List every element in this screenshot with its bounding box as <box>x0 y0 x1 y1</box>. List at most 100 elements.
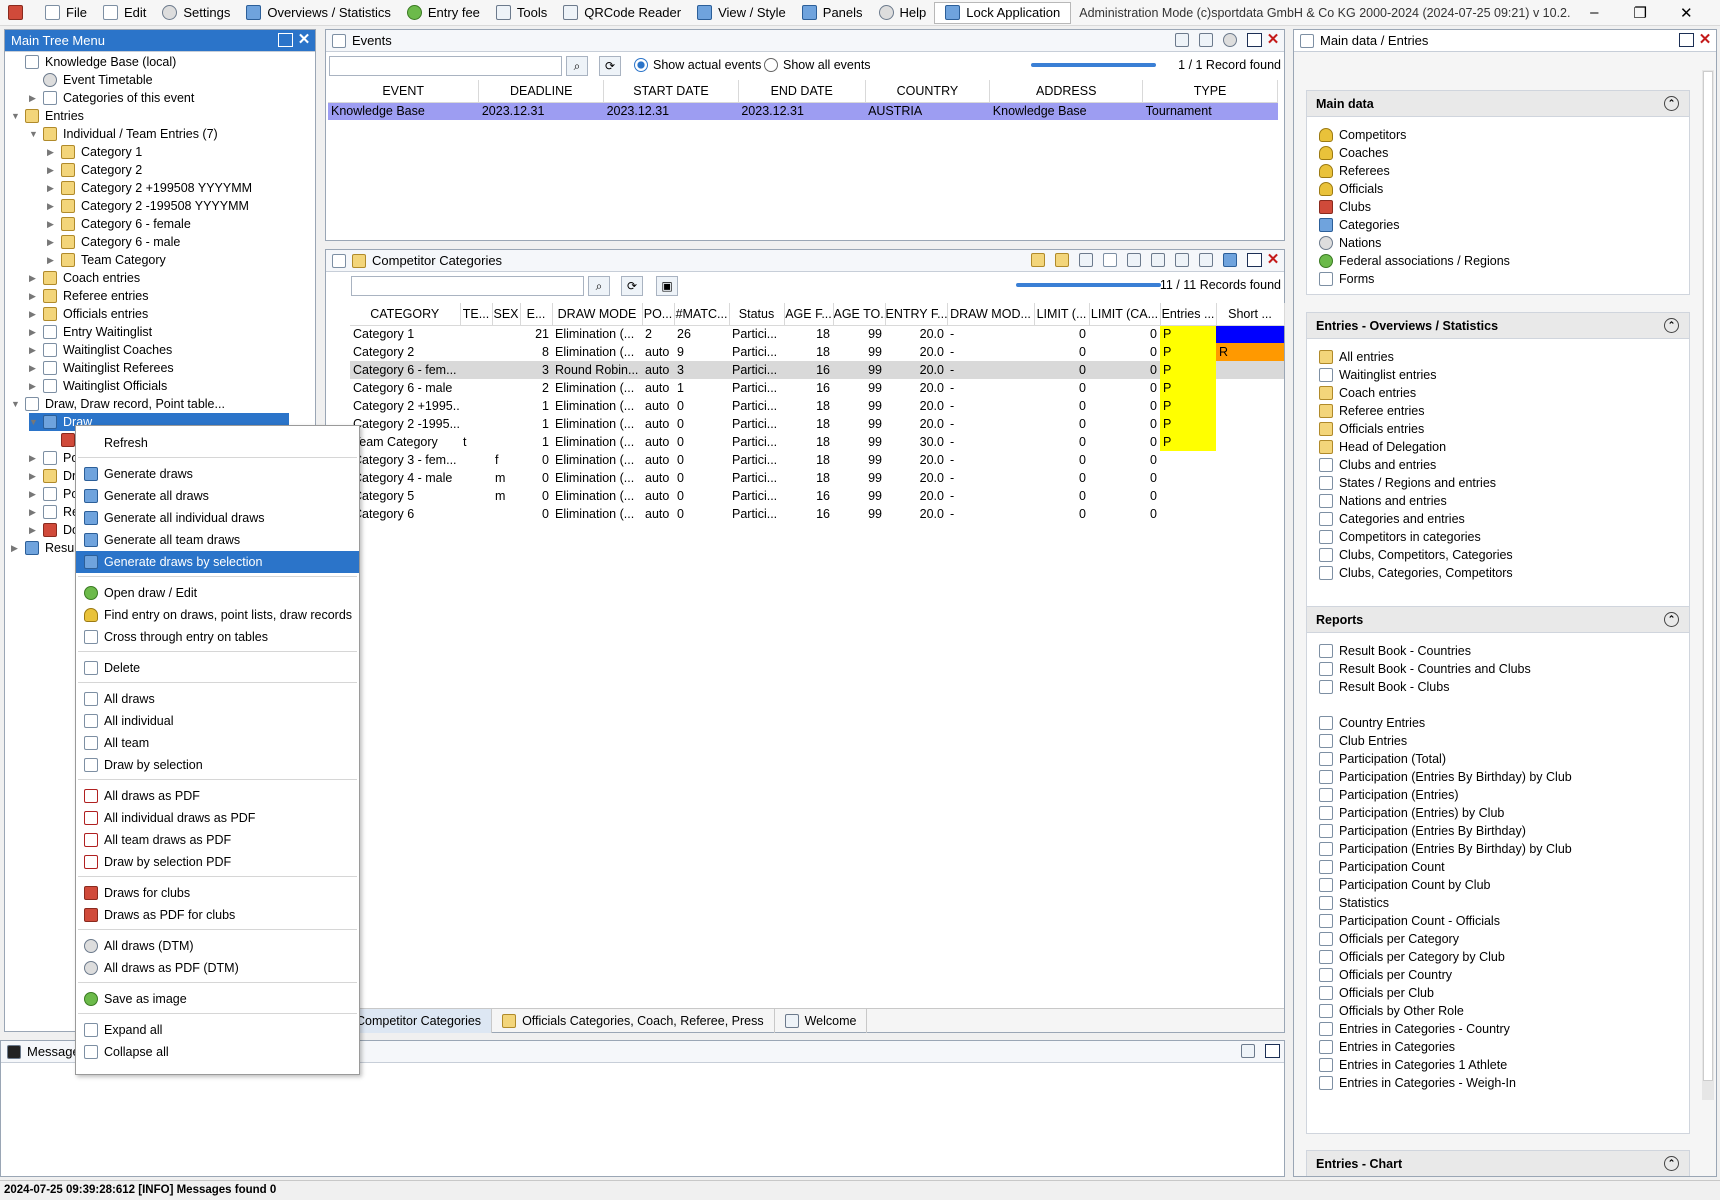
context-menu-item[interactable]: All draws as PDF <box>76 785 359 807</box>
context-menu-item[interactable]: All draws (DTM) <box>76 935 359 957</box>
expand-caret-icon[interactable]: ▶ <box>29 507 39 518</box>
expand-caret-icon[interactable]: ▶ <box>29 489 39 500</box>
context-menu-item[interactable]: Open draw / Edit <box>76 582 359 604</box>
section-link[interactable]: Entries in Categories <box>1319 1038 1455 1056</box>
context-menu-item[interactable]: All individual <box>76 710 359 732</box>
tree-item[interactable]: ▶ Coach entries <box>29 269 140 287</box>
menu-tools[interactable]: Tools <box>488 0 555 26</box>
trash-icon[interactable] <box>1241 1044 1255 1058</box>
categories-column-header[interactable]: #MATC... <box>674 303 730 326</box>
export-icon[interactable] <box>1175 33 1189 47</box>
tree-item[interactable]: Event Timetable <box>29 71 153 89</box>
context-menu-item[interactable]: Delete <box>76 657 359 679</box>
expand-caret-icon[interactable]: ▶ <box>29 327 39 338</box>
section-link[interactable]: Coach entries <box>1319 384 1416 402</box>
expand-caret-icon[interactable]: ▶ <box>29 93 39 104</box>
section-link[interactable]: Clubs, Competitors, Categories <box>1319 546 1513 564</box>
menu-panels[interactable]: Panels <box>794 0 871 26</box>
categories-row[interactable]: Category 1 21 Elimination (... 2 26 Partici..… <box>350 325 1284 343</box>
tab-welcome[interactable]: Welcome <box>775 1008 868 1033</box>
tree-item[interactable]: ▶ Category 1 <box>47 143 142 161</box>
section-link[interactable]: Entries in Categories - Country <box>1319 1020 1510 1038</box>
collapse-chevron-icon[interactable]: ⌃ <box>1664 1156 1679 1171</box>
context-menu-item[interactable]: Expand all <box>76 1019 359 1041</box>
section-link[interactable]: Entries in Categories - Weigh-In <box>1319 1074 1516 1092</box>
tree-item[interactable]: ▶ Team Category <box>47 251 166 269</box>
expand-caret-icon[interactable]: ▶ <box>47 237 57 248</box>
section-link[interactable]: Participation Count by Club <box>1319 876 1490 894</box>
section-link[interactable]: Clubs and entries <box>1319 456 1436 474</box>
categories-row[interactable]: Category 2 -1995... 1 Elimination (... auto… <box>350 415 1284 433</box>
expand-caret-icon[interactable]: ▶ <box>29 471 39 482</box>
search-icon[interactable]: ⌕ <box>588 276 610 296</box>
context-menu-item[interactable]: Generate all draws <box>76 485 359 507</box>
expand-caret-icon[interactable]: ▼ <box>29 417 39 427</box>
section-link[interactable]: Result Book - Countries and Clubs <box>1319 660 1531 678</box>
section-link[interactable]: Participation (Entries) <box>1319 786 1459 804</box>
categories-row[interactable]: Team Category t 1 Elimination (... auto 0 Part… <box>350 433 1284 451</box>
context-menu-item[interactable]: Draw by selection <box>76 754 359 776</box>
events-column-header[interactable]: ADDRESS <box>989 80 1144 103</box>
close-panel-icon[interactable]: ✕ <box>1266 32 1280 47</box>
expand-caret-icon[interactable]: ▶ <box>29 363 39 374</box>
context-menu-item[interactable]: Cross through entry on tables <box>76 626 359 648</box>
section-link[interactable]: Officials <box>1319 180 1383 198</box>
context-menu-item[interactable]: Collapse all <box>76 1041 359 1063</box>
expand-caret-icon[interactable]: ▶ <box>47 255 57 266</box>
expand-caret-icon[interactable]: ▶ <box>29 525 39 536</box>
context-menu-item[interactable]: Save as image <box>76 988 359 1010</box>
section-link[interactable]: Coaches <box>1319 144 1388 162</box>
tree-item[interactable]: ▶ Category 2 -199508 YYYYMM <box>47 197 249 215</box>
context-menu-item[interactable]: All team <box>76 732 359 754</box>
section-link[interactable]: Participation Count - Officials <box>1319 912 1500 930</box>
events-column-header[interactable]: START DATE <box>603 80 739 103</box>
tree-item[interactable]: ▶ Officials entries <box>29 305 148 323</box>
expand-caret-icon[interactable]: ▶ <box>29 453 39 464</box>
expand-caret-icon[interactable]: ▶ <box>47 183 57 194</box>
categories-column-header[interactable]: LIMIT (... <box>1034 303 1090 326</box>
tree-item[interactable]: ▶ Category 2 <box>47 161 142 179</box>
collapse-chevron-icon[interactable]: ⌃ <box>1664 612 1679 627</box>
radio-show-all[interactable]: Show all events <box>764 58 871 72</box>
section-header[interactable]: Reports ⌃ <box>1307 607 1689 633</box>
section-link[interactable]: Participation (Total) <box>1319 750 1446 768</box>
menu-view-style[interactable]: View / Style <box>689 0 794 26</box>
expand-caret-icon[interactable]: ▶ <box>29 273 39 284</box>
section-link[interactable]: Entries in Categories 1 Athlete <box>1319 1056 1507 1074</box>
categories-row[interactable]: Category 5 m 0 Elimination (... auto 0 Partici… <box>350 487 1284 505</box>
tab-officials-categories[interactable]: Officials Categories, Coach, Referee, Pr… <box>492 1008 775 1033</box>
categories-row[interactable]: Category 2 +1995... 1 Elimination (... auto… <box>350 397 1284 415</box>
menu-help[interactable]: Help <box>871 0 935 26</box>
section-link[interactable]: Clubs, Categories, Competitors <box>1319 564 1513 582</box>
context-menu-item[interactable]: Draws for clubs <box>76 882 359 904</box>
context-menu-item[interactable]: All individual draws as PDF <box>76 807 359 829</box>
tree-item[interactable]: ▼ Draw, Draw record, Point table... <box>11 395 225 413</box>
events-search-input[interactable] <box>329 56 562 76</box>
collapse-chevron-icon[interactable]: ⌃ <box>1664 96 1679 111</box>
events-row[interactable]: Knowledge Base 2023.12.31 2023.12.31 2023.1… <box>328 102 1278 120</box>
categories-column-header[interactable]: PO... <box>642 303 675 326</box>
tool-table-icon[interactable] <box>1127 253 1141 267</box>
events-column-header[interactable]: EVENT <box>328 80 480 103</box>
menu-entry-fee[interactable]: Entry fee <box>399 0 488 26</box>
context-menu-item[interactable]: Draws as PDF for clubs <box>76 904 359 926</box>
section-link[interactable]: Categories <box>1319 216 1399 234</box>
tree-item[interactable]: ▶ Entry Waitinglist <box>29 323 152 341</box>
expand-caret-icon[interactable]: ▶ <box>11 543 21 554</box>
tool-folder-icon[interactable] <box>1031 253 1045 267</box>
tree-item[interactable]: ▶ Waitinglist Officials <box>29 377 167 395</box>
context-menu-item[interactable]: All draws <box>76 688 359 710</box>
close-window-button[interactable]: ✕ <box>1663 4 1709 22</box>
menu-edit[interactable]: Edit <box>95 0 154 26</box>
tree-item[interactable]: ▶ Category 2 +199508 YYYYMM <box>47 179 252 197</box>
menu-file[interactable]: File <box>37 0 95 26</box>
maximize-button[interactable]: ❐ <box>1617 4 1663 22</box>
context-menu-item[interactable]: Refresh <box>76 432 359 454</box>
maximize-panel-icon[interactable] <box>278 33 293 47</box>
refresh-icon[interactable]: ⟳ <box>599 56 621 76</box>
expand-caret-icon[interactable]: ▼ <box>11 399 21 409</box>
context-menu-item[interactable]: Generate all team draws <box>76 529 359 551</box>
scrollbar-thumb[interactable] <box>1703 71 1713 1081</box>
tree-item[interactable]: ▶ Categories of this event <box>29 89 194 107</box>
radio-show-actual[interactable]: Show actual events <box>634 58 761 72</box>
